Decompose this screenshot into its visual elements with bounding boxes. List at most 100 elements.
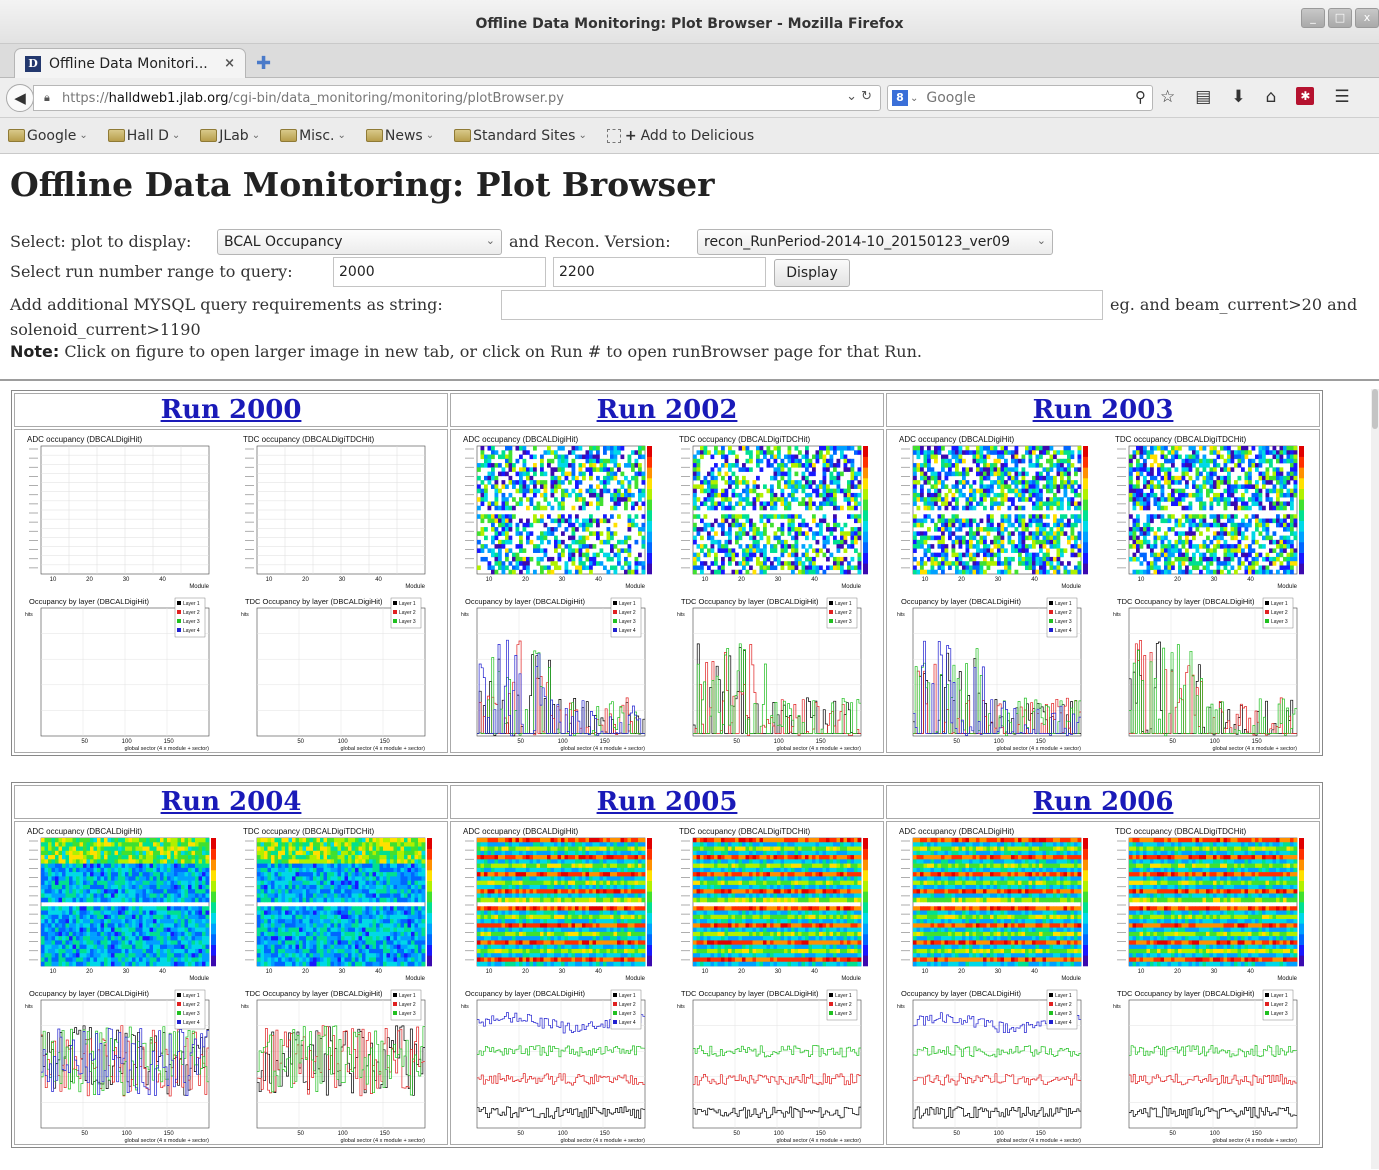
reload-icon[interactable]: ⌄ ↻ — [846, 89, 872, 104]
heatmap-cell — [756, 454, 760, 460]
heatmap-cell — [1262, 458, 1266, 464]
heatmap-cell — [104, 893, 108, 899]
tab-close-icon[interactable]: × — [224, 56, 235, 71]
heatmap-cell — [735, 569, 739, 575]
heatmap-cell — [693, 501, 697, 507]
heatmap-cell — [815, 565, 820, 571]
heatmap-cell — [1255, 454, 1259, 460]
folder-icon — [280, 129, 298, 142]
heatmap-cell — [1178, 518, 1182, 524]
heatmap-cell — [1220, 527, 1224, 532]
bookmark-label: JLab — [219, 127, 249, 144]
bcal-occupancy-plot[interactable]: ADC occupancy (DBCALDigiHit)10 20 30 40Modu… — [15, 822, 449, 1146]
heatmap-cell — [1067, 446, 1071, 451]
heatmap-cell — [1293, 471, 1298, 477]
heatmap-cell — [599, 497, 604, 502]
heatmap-cell — [1070, 552, 1075, 558]
search-engine-icon[interactable]: 8 — [892, 90, 908, 106]
bookmark-folder-news[interactable]: News ⌄ — [365, 128, 434, 144]
heatmap-cell — [585, 518, 590, 524]
bookmark-add-to-delicious[interactable]: + Add to Delicious — [606, 128, 754, 144]
mysql-hint: eg. and beam_current>20 and — [1110, 295, 1358, 314]
heatmap-cell — [1028, 514, 1033, 519]
minimize-button[interactable]: _ — [1301, 8, 1325, 28]
search-box[interactable]: 8 ⌄ ⚲ — [887, 85, 1153, 111]
mysql-query-input[interactable] — [501, 290, 1103, 320]
heatmap-cell — [188, 884, 192, 890]
tab-offline-monitoring[interactable]: D Offline Data Monitori... × — [14, 48, 246, 78]
heatmap-cell — [969, 450, 973, 455]
run-plot-image[interactable]: ADC occupancy (DBCALDigiHit) 10 20 30 40 Modu… — [886, 429, 1320, 753]
bookmark-folder-misc[interactable]: Misc. ⌄ — [280, 128, 346, 144]
search-icon[interactable]: ⚲ — [1135, 88, 1146, 106]
heatmap-cell — [1056, 561, 1061, 566]
download-icon[interactable]: ⬇ — [1231, 87, 1245, 107]
url-bar[interactable]: 🔒︎ https://halldweb1.jlab.org/cgi-bin/da… — [33, 85, 881, 111]
run-link[interactable]: Run 2002 — [597, 395, 738, 425]
scrollbar-thumb[interactable] — [1372, 389, 1378, 429]
heatmap-cell — [808, 471, 813, 477]
plot-select[interactable]: BCAL Occupancy ⌄ — [217, 229, 502, 255]
run-link[interactable]: Run 2003 — [1033, 395, 1174, 425]
search-engine-chevron-icon[interactable]: ⌄ — [910, 93, 918, 104]
home-icon[interactable]: ⌂ — [1266, 87, 1277, 107]
heatmap-cell — [969, 535, 973, 541]
heatmap-cell — [1234, 544, 1238, 549]
recon-version-select[interactable]: recon_RunPeriod-2014-10_20150123_ver09 ⌄ — [697, 229, 1053, 255]
bookmark-folder-jlab[interactable]: JLab ⌄ — [200, 128, 260, 144]
heatmap-cell — [641, 501, 646, 507]
heatmap-cell — [1276, 497, 1280, 502]
heatmap-cell — [575, 475, 579, 481]
heatmap-cell — [571, 446, 576, 451]
heatmap-cell — [1000, 548, 1005, 553]
bookmark-folder-halld[interactable]: Hall D ⌄ — [107, 128, 180, 144]
new-tab-plus-icon[interactable]: ✚ — [256, 53, 271, 74]
run-plot-image[interactable]: ADC occupancy (DBCALDigiHit) 10 20 30 40 Modu… — [14, 821, 448, 1145]
bookmark-star-icon[interactable]: ☆ — [1160, 87, 1175, 107]
run-link[interactable]: Run 2000 — [161, 395, 302, 425]
heatmap-cell — [48, 893, 52, 899]
addon-icon[interactable]: ✱ — [1296, 87, 1315, 105]
color-scale-segment — [863, 488, 868, 500]
run-link[interactable]: Run 2005 — [597, 787, 738, 817]
heatmap-cell — [139, 872, 143, 877]
run-link[interactable]: Run 2006 — [1033, 787, 1174, 817]
heatmap-cell — [505, 518, 509, 524]
heatmap-cell — [1056, 569, 1061, 575]
run-plot-image[interactable]: ADC occupancy (DBCALDigiHit) 10 20 30 40 Modu… — [14, 429, 448, 753]
menu-icon[interactable]: ☰ — [1334, 87, 1349, 107]
heatmap-cell — [857, 446, 862, 451]
search-input[interactable] — [924, 89, 1125, 107]
close-window-button[interactable]: x — [1355, 8, 1379, 28]
heatmap-cell — [1188, 569, 1193, 575]
bcal-occupancy-plot[interactable]: ADC occupancy (DBCALDigiHit)10 20 30 40Modu… — [15, 430, 449, 754]
heatmap-cell — [923, 471, 928, 477]
run-max-input[interactable]: 2200 — [553, 257, 766, 287]
bcal-occupancy-plot[interactable]: ADC occupancy (DBCALDigiHit)10 20 30 40Modu… — [887, 430, 1321, 754]
reading-list-icon[interactable]: ▤ — [1195, 87, 1211, 107]
run-min-input[interactable]: 2000 — [333, 257, 546, 287]
bookmark-folder-standard-sites[interactable]: Standard Sites ⌄ — [454, 128, 587, 144]
heatmap-cell — [948, 501, 952, 507]
heatmap-cell — [195, 936, 199, 941]
heatmap-cell — [1160, 539, 1165, 545]
bcal-occupancy-plot[interactable]: ADC occupancy (DBCALDigiHit)10 20 30 40Modu… — [451, 430, 885, 754]
heatmap-cell — [745, 552, 750, 558]
heatmap-cell — [983, 471, 987, 477]
heatmap-cell — [51, 889, 56, 894]
maximize-button[interactable]: □ — [1328, 8, 1352, 28]
bookmark-folder-google[interactable]: Google ⌄ — [8, 128, 88, 144]
heatmap-cell — [118, 859, 122, 864]
heatmap-cell — [146, 880, 150, 886]
heatmap-cell — [1251, 484, 1256, 489]
run-link[interactable]: Run 2004 — [161, 787, 302, 817]
heatmap-cell — [167, 897, 171, 903]
display-button[interactable]: Display — [774, 259, 850, 287]
page-scrollbar[interactable] — [1371, 389, 1379, 1169]
heatmap-cell — [1227, 561, 1231, 566]
heatmap-cell — [1143, 527, 1147, 532]
back-arrow-icon[interactable]: ◀ — [6, 84, 34, 112]
color-scale-segment — [1299, 456, 1304, 468]
heatmap-cell — [731, 463, 736, 468]
run-plot-image[interactable]: ADC occupancy (DBCALDigiHit) 10 20 30 40 Modu… — [450, 429, 884, 753]
